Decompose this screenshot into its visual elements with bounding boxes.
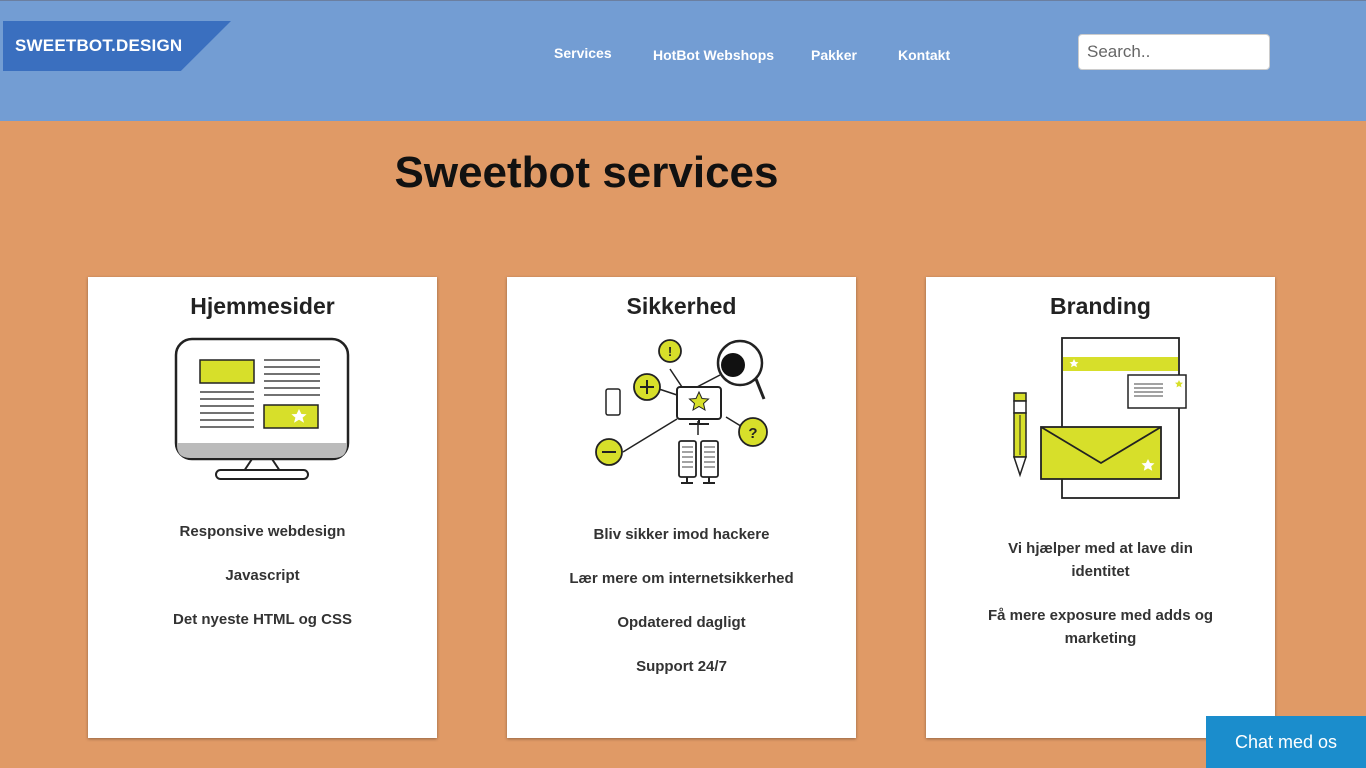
card-item: Support 24/7	[636, 658, 727, 675]
card-title: Branding	[1050, 293, 1151, 319]
card-item: Javascript	[225, 567, 300, 584]
logo-text: SWEETBOT.DESIGN	[15, 36, 183, 55]
nav-kontakt[interactable]: Kontakt	[898, 47, 950, 63]
search-input[interactable]	[1078, 34, 1270, 70]
monitor-webdesign-icon	[88, 335, 437, 490]
card-items: Bliv sikker imod hackere Lær mere om int…	[507, 523, 856, 699]
card-title: Hjemmesider	[190, 293, 335, 319]
svg-text:!: !	[668, 344, 672, 359]
chat-button[interactable]: Chat med os	[1206, 716, 1366, 768]
site-logo[interactable]: SWEETBOT.DESIGN	[3, 21, 231, 71]
nav-hotbot-webshops[interactable]: HotBot Webshops	[653, 47, 774, 63]
card-item: Bliv sikker imod hackere	[593, 526, 770, 543]
branding-stationery-icon	[926, 335, 1275, 510]
site-header: SWEETBOT.DESIGN Services HotBot Webshops…	[0, 0, 1366, 121]
nav-services[interactable]: Services	[554, 45, 612, 61]
svg-text:?: ?	[748, 425, 757, 442]
page-title: Sweetbot services	[394, 148, 779, 197]
card-item: Responsive webdesign	[179, 523, 346, 540]
card-item: Opdatered dagligt	[617, 614, 746, 631]
card-item: Lær mere om internetsikkerhed	[569, 570, 794, 587]
card-item: Det nyeste HTML og CSS	[173, 611, 352, 628]
security-network-icon: ! ?	[507, 335, 856, 495]
service-card-branding: Branding Vi hjælper med at lave din iden…	[926, 277, 1275, 738]
card-item: Få mere exposure med adds og marketing	[987, 607, 1214, 647]
service-card-sikkerhed: Sikkerhed ! ? Bliv sikker imod hackere L…	[507, 277, 856, 738]
card-items: Vi hjælper med at lave din identitet Få …	[926, 537, 1275, 671]
service-card-hjemmesider: Hjemmesider Responsive webdesign Javascr…	[88, 277, 437, 738]
card-items: Responsive webdesign Javascript Det nyes…	[88, 520, 437, 652]
card-item: Vi hjælper med at lave din identitet	[1008, 540, 1193, 580]
card-title: Sikkerhed	[626, 293, 737, 319]
nav-pakker[interactable]: Pakker	[811, 47, 857, 63]
